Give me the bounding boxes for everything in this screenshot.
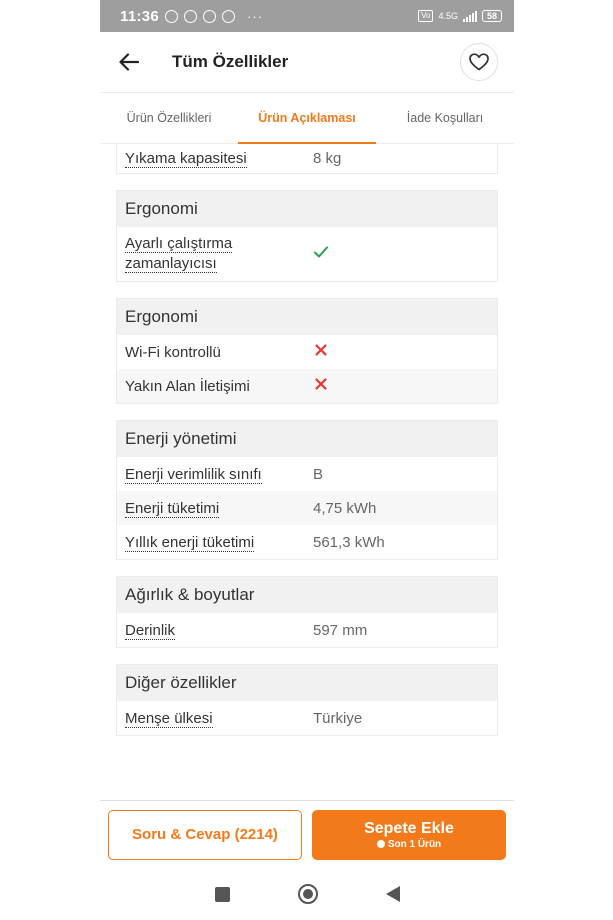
page-title: Tüm Özellikler xyxy=(172,52,289,71)
spec-group-enerji: Enerji yönetimi Enerji verimlilik sınıfı… xyxy=(116,420,498,560)
spec-row: Enerji verimlilik sınıfı B xyxy=(117,457,497,491)
spec-label[interactable]: Enerji tüketimi xyxy=(125,499,313,518)
spec-label[interactable]: Menşe ülkesi xyxy=(125,709,313,728)
spec-row: Derinlik 597 mm xyxy=(117,613,497,647)
group-title: Ergonomi xyxy=(117,299,497,335)
clock-icon xyxy=(376,840,385,848)
tab-bar: Ürün Özellikleri Ürün Açıklaması İade Ko… xyxy=(100,92,514,144)
spec-label[interactable]: Yıllık enerji tüketimi xyxy=(125,533,313,552)
spec-row: Wi-Fi kontrollü xyxy=(117,335,497,369)
stock-notice-text: Son 1 Ürün xyxy=(387,838,442,850)
spec-list: Yıkama kapasitesi 8 kg Ergonomi Ayarlı ç… xyxy=(116,143,498,752)
favorite-button[interactable] xyxy=(460,43,498,81)
group-title: Ağırlık & boyutlar xyxy=(117,577,497,613)
recent-apps-icon[interactable] xyxy=(214,886,230,902)
volte-icon: Vo xyxy=(418,10,434,22)
spec-value xyxy=(313,342,329,362)
alarm-icon xyxy=(165,9,179,23)
spec-row: Ayarlı çalıştırma zamanlayıcısı xyxy=(117,227,497,281)
whatsapp-icon xyxy=(203,9,217,23)
add-to-cart-label: Sepete Ekle xyxy=(364,819,454,837)
spec-label[interactable]: Ayarlı çalıştırma zamanlayıcısı xyxy=(125,234,313,274)
spec-value: 561,3 kWh xyxy=(313,533,385,551)
spec-group-diger: Diğer özellikler Menşe ülkesi Türkiye xyxy=(116,664,498,736)
spec-value: Türkiye xyxy=(313,709,363,727)
cross-icon xyxy=(315,378,327,390)
group-title: Enerji yönetimi xyxy=(117,421,497,457)
tab-urun-ozellikleri[interactable]: Ürün Özellikleri xyxy=(100,93,238,143)
spec-label[interactable]: Yıkama kapasitesi xyxy=(125,149,313,168)
signal-icon xyxy=(462,10,477,22)
group-title: Ergonomi xyxy=(117,191,497,227)
spec-row: Yıllık enerji tüketimi 561,3 kWh xyxy=(117,525,497,559)
more-notifications-icon: ··· xyxy=(247,8,264,24)
spec-label[interactable]: Enerji verimlilik sınıfı xyxy=(125,465,313,484)
phone-screen: 11:36 ··· Vo 4.5G 58 Tüm Özellikler Ürün… xyxy=(100,0,514,920)
message-icon xyxy=(184,9,198,23)
spec-value: 597 mm xyxy=(313,621,368,639)
back-arrow-icon[interactable] xyxy=(116,49,142,75)
app-header: Tüm Özellikler xyxy=(100,32,514,92)
spec-row: Yıkama kapasitesi 8 kg xyxy=(117,143,497,173)
group-title: Diğer özellikler xyxy=(117,665,497,701)
battery-icon: 58 xyxy=(481,10,502,22)
spec-group-ergonomi: Ergonomi Ayarlı çalıştırma zamanlayıcısı xyxy=(116,190,498,282)
spec-row: Menşe ülkesi Türkiye xyxy=(117,701,497,735)
spec-group-agirlik-boyutlar: Ağırlık & boyutlar Derinlik 597 mm xyxy=(116,576,498,648)
network-type: 4.5G xyxy=(438,11,458,21)
status-time: 11:36 xyxy=(120,7,160,25)
bottom-action-bar: Soru & Cevap (2214) Sepete Ekle Son 1 Ür… xyxy=(100,800,514,868)
stock-notice: Son 1 Ürün xyxy=(376,838,442,850)
spec-group-capacity: Yıkama kapasitesi 8 kg xyxy=(116,143,498,174)
spec-row: Enerji tüketimi 4,75 kWh xyxy=(117,491,497,525)
spec-value xyxy=(313,376,329,396)
check-icon xyxy=(314,246,328,258)
spec-row: Yakın Alan İletişimi xyxy=(117,369,497,403)
spec-value xyxy=(313,244,329,264)
spec-value: 4,75 kWh xyxy=(313,499,377,517)
spec-label: Wi-Fi kontrollü xyxy=(125,343,221,361)
spec-value: B xyxy=(313,465,324,483)
status-bar: 11:36 ··· Vo 4.5G 58 xyxy=(100,0,514,32)
question-answer-button[interactable]: Soru & Cevap (2214) xyxy=(108,809,302,860)
tab-urun-aciklamasi[interactable]: Ürün Açıklaması xyxy=(238,93,376,144)
spec-value: 8 kg xyxy=(313,149,342,167)
spec-label: Yakın Alan İletişimi xyxy=(125,377,250,395)
add-to-cart-button[interactable]: Sepete Ekle Son 1 Ürün xyxy=(312,809,506,860)
system-nav-bar xyxy=(100,868,514,920)
cross-icon xyxy=(315,344,327,356)
heart-icon xyxy=(469,53,489,71)
spec-label[interactable]: Derinlik xyxy=(125,621,313,640)
status-right: Vo 4.5G 58 xyxy=(418,10,502,22)
nav-back-icon[interactable] xyxy=(385,886,400,902)
home-icon[interactable] xyxy=(297,884,318,904)
tab-iade-kosullari[interactable]: İade Koşulları xyxy=(376,93,514,143)
notification-icons: ··· xyxy=(165,9,263,24)
alarm-clock-icon xyxy=(222,9,236,23)
spec-group-ergonomi-2: Ergonomi Wi-Fi kontrollü Yakın Alan İlet… xyxy=(116,298,498,404)
